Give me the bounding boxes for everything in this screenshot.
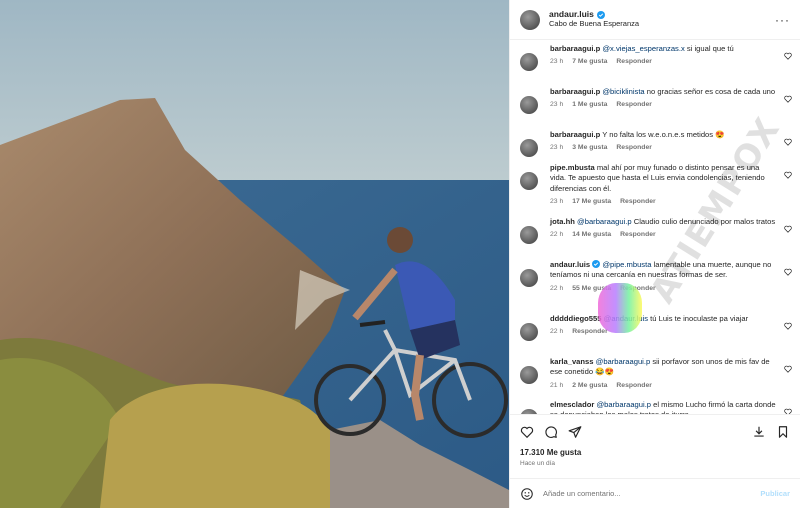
comment-username[interactable]: karla_vanss [550, 357, 594, 366]
comment-likes[interactable]: 3 Me gusta [572, 143, 607, 152]
commenter-avatar[interactable] [520, 53, 538, 71]
comment-text: si igual que tú [684, 44, 734, 53]
comment-item: barbaraagui.p Y no falta los w.e.o.n.e.s… [520, 130, 792, 163]
comment-time[interactable]: 22 h [550, 230, 563, 239]
comment-username[interactable]: pipe.mbusta [550, 163, 595, 172]
comment-mention[interactable]: @andaur.luis [604, 314, 648, 323]
comment-mention[interactable]: @barbaraagui.p [596, 400, 651, 409]
comment-likes[interactable]: 7 Me gusta [572, 57, 607, 66]
post-location[interactable]: Cabo de Buena Esperanza [549, 19, 639, 29]
like-comment-icon[interactable] [784, 95, 792, 103]
commenter-avatar[interactable] [520, 323, 538, 341]
reply-button[interactable]: Responder [620, 197, 656, 206]
comment-username[interactable]: barbaraagui.p [550, 130, 600, 139]
comment-likes[interactable]: 1 Me gusta [572, 100, 607, 109]
comment-mention[interactable]: @barbaraagui.p [577, 217, 632, 226]
post-side-panel: andaur.luis Cabo de Buena Esperanza ··· … [509, 0, 800, 508]
comment-time[interactable]: 23 h [550, 197, 563, 206]
publish-button[interactable]: Publicar [760, 489, 790, 498]
comment-username[interactable]: andaur.luis [550, 260, 590, 269]
like-count[interactable]: 17.310 Me gusta [510, 448, 800, 457]
like-comment-icon[interactable] [784, 171, 792, 179]
comment-time[interactable]: 23 h [550, 100, 563, 109]
comment-likes[interactable]: 2 Me gusta [572, 381, 607, 390]
like-icon[interactable] [520, 425, 534, 439]
post-header: andaur.luis Cabo de Buena Esperanza ··· [510, 0, 800, 40]
comment-item: jota.hh @barbaraagui.p Claudio culio den… [520, 217, 792, 260]
reply-button[interactable]: Responder [616, 100, 652, 109]
comment-text: Claudio culio denunciado por malos trato… [631, 217, 776, 226]
reply-button[interactable]: Responder [620, 230, 656, 239]
photo-illustration [0, 0, 509, 508]
comment-text: no gracias señor es cosa de cada uno [644, 87, 776, 96]
reply-button[interactable]: Responder [620, 284, 656, 293]
comment-username[interactable]: dddddiego555 [550, 314, 601, 323]
add-comment-bar: Añade un comentario... Publicar [510, 478, 800, 508]
reply-button[interactable]: Responder [616, 381, 652, 390]
comment-likes[interactable]: 55 Me gusta [572, 284, 611, 293]
comment-mention[interactable]: @x.viejas_esperanzas.x [602, 44, 684, 53]
commenter-avatar[interactable] [520, 409, 538, 414]
comment-time[interactable]: 23 h [550, 143, 563, 152]
comment-time[interactable]: 21 h [550, 381, 563, 390]
comment-username[interactable]: elmesclador [550, 400, 594, 409]
comment-item: elmesclador @barbaraagui.p el mismo Luch… [520, 400, 792, 414]
comment-item: karla_vanss @barbaraagui.p sii porfavor … [520, 357, 792, 400]
reply-button[interactable]: Responder [572, 327, 608, 336]
comment-item: barbaraagui.p @biciklinista no gracias s… [520, 87, 792, 130]
author-avatar[interactable] [520, 9, 540, 30]
reply-button[interactable]: Responder [616, 143, 652, 152]
comment-text: tú Luis te inoculaste pa viajar [648, 314, 749, 323]
like-comment-icon[interactable] [784, 138, 792, 146]
commenter-avatar[interactable] [520, 172, 538, 190]
like-comment-icon[interactable] [784, 365, 792, 373]
like-comment-icon[interactable] [784, 52, 792, 60]
commenter-avatar[interactable] [520, 139, 538, 157]
like-comment-icon[interactable] [784, 408, 792, 414]
commenter-avatar[interactable] [520, 366, 538, 384]
comment-item: dddddiego555 @andaur.luis tú Luis te ino… [520, 314, 792, 357]
post-time-ago[interactable]: Hace un día [510, 457, 800, 467]
verified-icon [596, 11, 605, 20]
like-comment-icon[interactable] [784, 225, 792, 233]
comment-text: Y no falta los w.e.o.n.e.s metidos 😍 [602, 130, 725, 139]
commenter-avatar[interactable] [520, 269, 538, 287]
comment-username[interactable]: barbaraagui.p [550, 44, 600, 53]
comment-time[interactable]: 23 h [550, 57, 563, 66]
comment-time[interactable]: 22 h [550, 327, 563, 336]
comment-likes[interactable]: 14 Me gusta [572, 230, 611, 239]
comment-likes[interactable]: 17 Me gusta [572, 197, 611, 206]
download-icon[interactable] [752, 425, 766, 439]
commenter-avatar[interactable] [520, 226, 538, 244]
more-options-icon[interactable]: ··· [775, 13, 790, 27]
comment-mention[interactable]: @barbaraagui.p [596, 357, 651, 366]
share-icon[interactable] [568, 425, 582, 439]
comments-list: barbaraagui.p @x.viejas_esperanzas.x si … [510, 40, 800, 414]
commenter-avatar[interactable] [520, 96, 538, 114]
comment-mention[interactable]: @biciklinista [602, 87, 644, 96]
comment-mention[interactable]: @pipe.mbusta [602, 260, 651, 269]
post-actions-bar [510, 414, 800, 448]
comment-username[interactable]: jota.hh [550, 217, 575, 226]
reply-button[interactable]: Responder [616, 57, 652, 66]
like-comment-icon[interactable] [784, 268, 792, 276]
post-photo [0, 0, 509, 508]
comment-time[interactable]: 22 h [550, 284, 563, 293]
verified-icon [592, 260, 601, 268]
emoji-icon[interactable] [520, 487, 534, 501]
comment-item: andaur.luis @pipe.mbusta lamentable una … [520, 260, 792, 314]
add-comment-input[interactable]: Añade un comentario... [543, 489, 760, 498]
comment-item: barbaraagui.p @x.viejas_esperanzas.x si … [520, 44, 792, 87]
comment-icon[interactable] [544, 425, 558, 439]
like-comment-icon[interactable] [784, 322, 792, 330]
bookmark-icon[interactable] [776, 425, 790, 439]
comment-username[interactable]: barbaraagui.p [550, 87, 600, 96]
comment-item: pipe.mbusta mal ahí por muy funado o dis… [520, 163, 792, 217]
